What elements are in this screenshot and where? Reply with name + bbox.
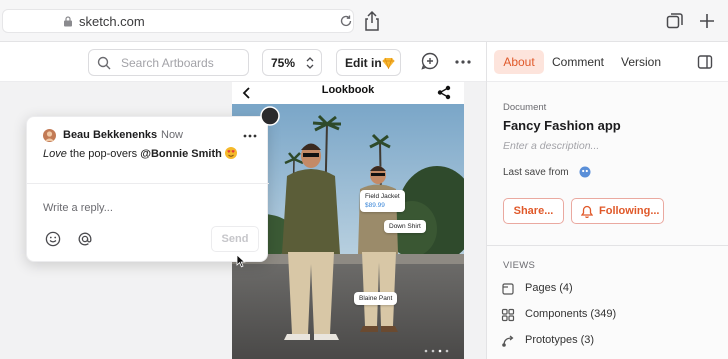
app-toolbar: 75% Edit in	[0, 42, 486, 82]
comment-italic-text: Love	[43, 148, 67, 160]
following-label: Following...	[599, 205, 660, 217]
product-tag-blaine-pant[interactable]: Blaine Pant	[354, 292, 398, 305]
share-nodes-icon	[437, 85, 451, 100]
add-comment-icon[interactable]	[420, 51, 440, 71]
edit-in-sketch-button[interactable]: Edit in	[336, 49, 401, 76]
new-tab-icon[interactable]	[698, 12, 716, 30]
tab-about[interactable]: About	[494, 50, 544, 74]
view-label: Components (349)	[525, 308, 617, 320]
sketch-diamond-icon	[382, 57, 395, 69]
page-dots-indicator	[424, 349, 449, 353]
mention-at-icon[interactable]	[77, 231, 93, 247]
mouse-cursor-icon	[236, 254, 246, 268]
reload-icon[interactable]	[339, 14, 353, 28]
more-options-icon[interactable]	[454, 59, 472, 65]
share-button[interactable]: Share...	[503, 198, 564, 224]
divider	[27, 183, 269, 184]
address-bar[interactable]: sketch.com	[2, 9, 354, 33]
avatar	[43, 129, 56, 142]
edit-label: Edit in	[345, 56, 382, 70]
search-box[interactable]	[88, 49, 249, 76]
pages-icon	[502, 283, 514, 295]
reply-input[interactable]	[43, 200, 243, 216]
comment-pin-icon[interactable]	[260, 106, 280, 126]
document-title: Fancy Fashion app	[503, 118, 621, 133]
description-input[interactable]	[503, 140, 713, 152]
comment-body: Love the pop-overs @Bonnie Smith	[43, 147, 259, 160]
document-section: Document Fancy Fashion app Last save fro…	[487, 82, 728, 246]
view-label: Prototypes (3)	[525, 334, 595, 346]
following-button[interactable]: Following...	[571, 198, 664, 224]
lock-icon	[64, 16, 72, 27]
mention-link[interactable]: @Bonnie Smith	[140, 148, 222, 160]
product-tag-down-shirt[interactable]: Down Shirt	[384, 220, 426, 233]
send-button[interactable]: Send	[211, 226, 259, 252]
comment-popover: Beau Bekkenenks Now Love the pop-overs @…	[26, 116, 269, 262]
more-options-icon[interactable]	[243, 134, 257, 138]
last-save-label: Last save from	[503, 167, 569, 178]
browser-toolbar: sketch.com	[0, 0, 728, 42]
document-label: Document	[503, 102, 547, 113]
components-icon	[501, 308, 515, 322]
tag-label: Blaine Pant	[359, 295, 393, 302]
view-label: Pages (4)	[525, 282, 573, 294]
cloud-save-icon	[579, 166, 591, 178]
heart-eyes-emoji-icon	[224, 147, 237, 159]
sidebar-toggle-icon[interactable]	[697, 54, 713, 70]
inspector-panel: About Comment Version Document Fancy Fas…	[486, 42, 728, 359]
emoji-icon[interactable]	[45, 231, 61, 247]
zoom-value: 75%	[271, 56, 296, 70]
comment-timestamp: Now	[161, 129, 184, 141]
artboard-header: Lookbook	[232, 82, 464, 104]
comment-text: the pop-overs	[66, 148, 141, 160]
zoom-stepper[interactable]: 75%	[262, 49, 322, 76]
share-icon[interactable]	[362, 10, 382, 32]
canvas[interactable]: Lookbook Field Jacket $89.99 Down Shirt …	[0, 82, 486, 359]
search-icon	[97, 56, 111, 70]
chevron-updown-icon[interactable]	[305, 56, 315, 70]
tab-version[interactable]: Version	[615, 50, 667, 74]
tag-label: Field Jacket	[365, 193, 400, 200]
product-tag-field-jacket[interactable]: Field Jacket $89.99	[360, 190, 405, 212]
comment-author: Beau Bekkenenks	[63, 129, 158, 141]
panel-tabs: About Comment Version	[487, 42, 728, 82]
views-heading: VIEWS	[503, 260, 536, 271]
search-input[interactable]	[121, 54, 243, 72]
artboard-title: Lookbook	[321, 84, 375, 96]
tag-label: Down Shirt	[389, 223, 421, 230]
tabs-overview-icon[interactable]	[666, 12, 684, 30]
url-text: sketch.com	[79, 14, 145, 29]
tag-price: $89.99	[365, 202, 385, 209]
bell-icon	[581, 205, 593, 218]
tab-comment[interactable]: Comment	[549, 50, 607, 74]
prototypes-icon	[502, 335, 514, 347]
